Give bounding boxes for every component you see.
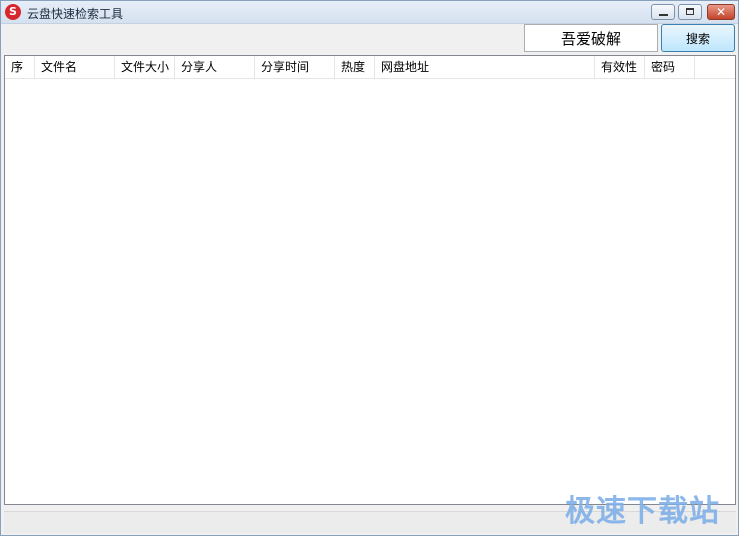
close-button[interactable]: ✕ (707, 4, 735, 20)
column-header-validity[interactable]: 有效性 (595, 56, 645, 78)
column-header-filename[interactable]: 文件名 (35, 56, 115, 78)
column-header-popularity[interactable]: 热度 (335, 56, 375, 78)
app-s-logo-icon: S (5, 4, 21, 20)
list-header: 序 文件名 文件大小 分享人 分享时间 热度 网盘地址 有效性 密码 (5, 56, 735, 79)
column-header-share-time[interactable]: 分享时间 (255, 56, 335, 78)
watermark-text: 极速下载站 (565, 494, 720, 529)
maximize-button[interactable] (678, 4, 702, 20)
column-header-disk-url[interactable]: 网盘地址 (375, 56, 595, 78)
column-header-sharer[interactable]: 分享人 (175, 56, 255, 78)
app-window: S 云盘快速检索工具 ✕ 搜索 序 文件名 文件大小 分享人 分享时间 热度 网… (0, 0, 739, 536)
column-header-password[interactable]: 密码 (645, 56, 695, 78)
minimize-button[interactable] (651, 4, 675, 20)
maximize-icon (686, 8, 694, 15)
column-header-filesize[interactable]: 文件大小 (115, 56, 175, 78)
minimize-icon (659, 14, 668, 16)
search-input[interactable] (524, 24, 658, 52)
title-bar[interactable]: S 云盘快速检索工具 ✕ (1, 1, 738, 24)
column-header-index[interactable]: 序 (5, 56, 35, 78)
toolbar: 搜索 (1, 23, 738, 53)
close-icon: ✕ (715, 5, 727, 19)
column-header-filler (695, 56, 735, 78)
search-button[interactable]: 搜索 (661, 24, 735, 52)
window-title: 云盘快速检索工具 (27, 7, 124, 21)
results-list[interactable]: 序 文件名 文件大小 分享人 分享时间 热度 网盘地址 有效性 密码 (4, 55, 736, 505)
